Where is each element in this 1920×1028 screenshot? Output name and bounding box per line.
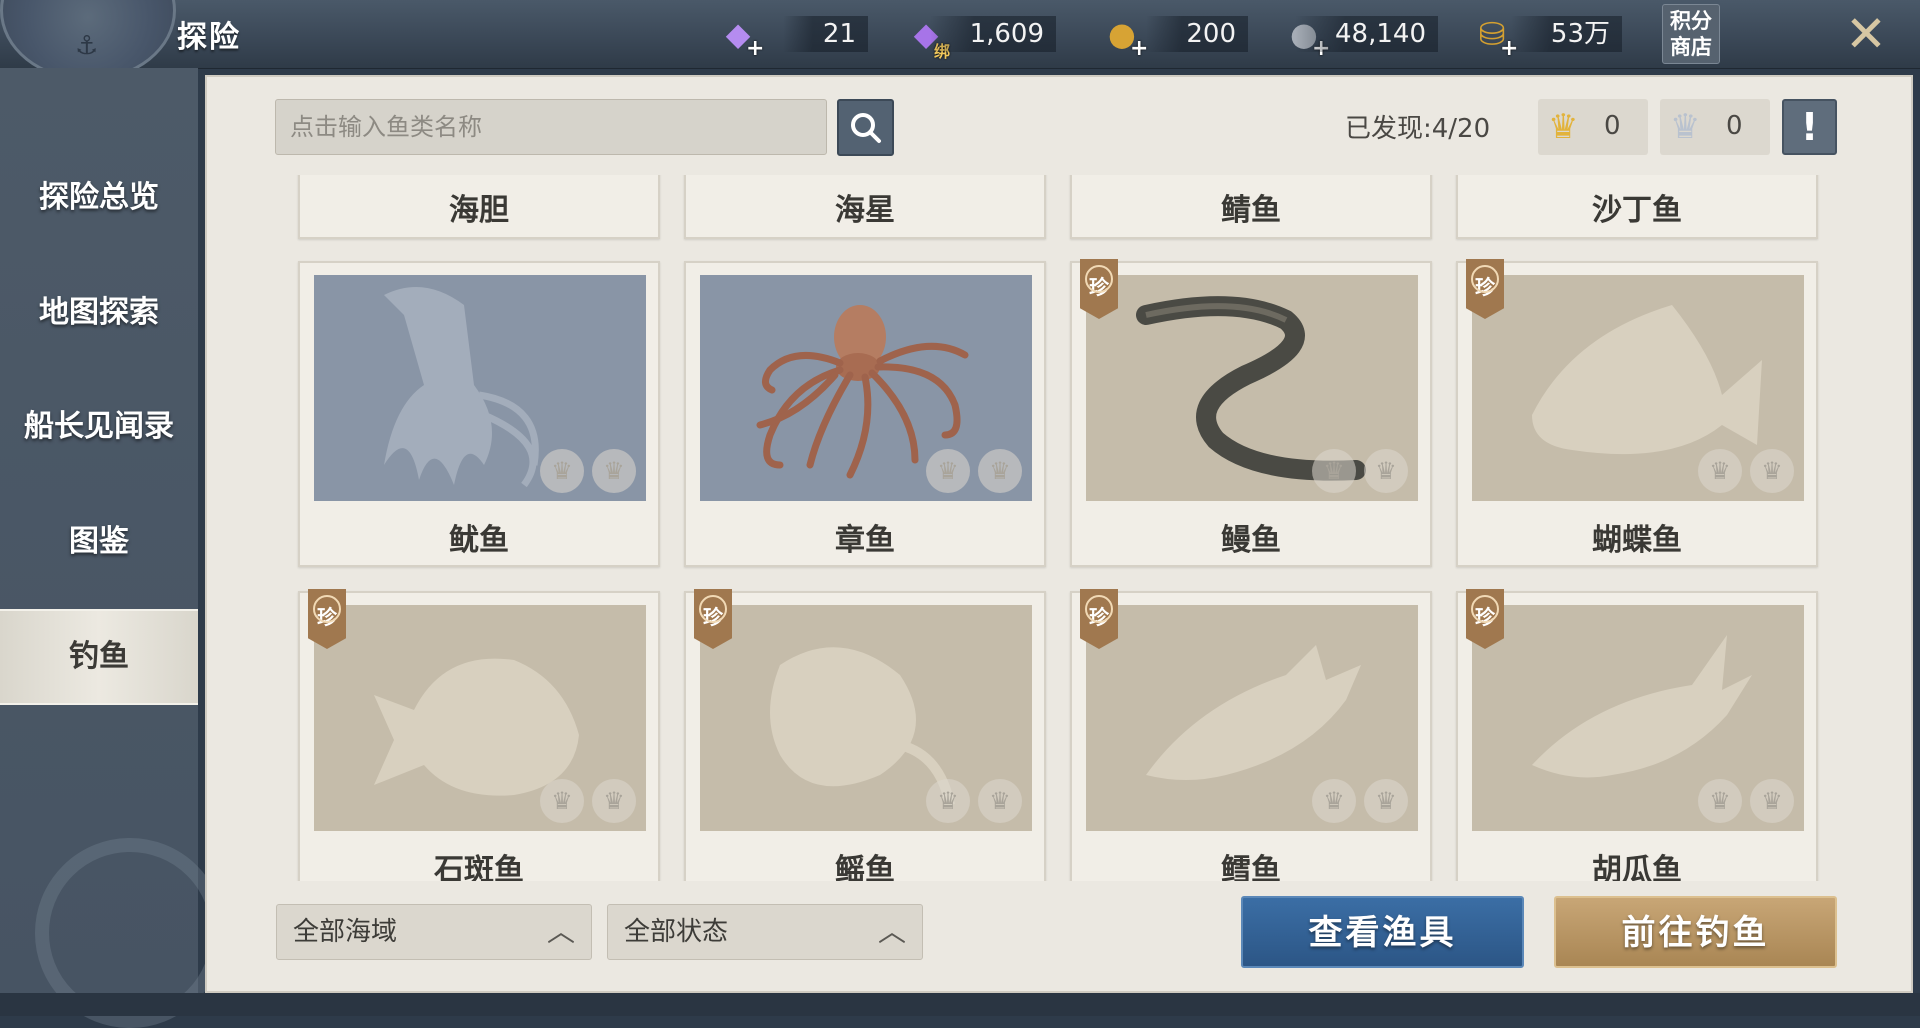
crown-icon: ♛: [1312, 779, 1356, 823]
octopus-image: ♛ ♛: [700, 275, 1032, 501]
fish-card-ray[interactable]: ♛ ♛ 珍 鳐鱼: [684, 589, 1046, 881]
crown-icon: ♛: [592, 779, 636, 823]
crown-icon: ♛: [1698, 449, 1742, 493]
view-gear-button[interactable]: 查看渔具: [1241, 896, 1524, 968]
fish-silhouette: ♛ ♛: [1472, 605, 1804, 831]
fish-silhouette: ♛ ♛: [314, 605, 646, 831]
crown-icon: ♛: [978, 779, 1022, 823]
close-icon[interactable]: ✕: [1843, 9, 1889, 59]
fish-silhouette: ♛ ♛: [700, 605, 1032, 831]
sidebar-item-overview[interactable]: 探险总览: [0, 152, 198, 244]
fish-card-squid[interactable]: ♛ ♛ 鱿鱼: [298, 261, 660, 567]
fish-name: 沙丁鱼: [1592, 193, 1682, 228]
sidebar: 探险总览 地图探索 船长见闻录 图鉴 钓鱼: [0, 68, 225, 1028]
chevron-up-icon: ︿: [877, 915, 906, 948]
status-filter-dropdown[interactable]: 全部状态 ︿: [607, 904, 923, 960]
currency-bound-diamond[interactable]: ◆ 绑 1,609: [904, 8, 1056, 61]
fish-card-smelt[interactable]: ♛ ♛ 珍 胡瓜鱼: [1456, 589, 1818, 881]
crown-icon: ♛: [540, 449, 584, 493]
rare-badge: 珍: [1466, 259, 1504, 319]
bottom-strip: [0, 993, 1920, 1016]
info-button[interactable]: !: [1782, 99, 1837, 155]
rare-badge: 珍: [1466, 589, 1504, 649]
fish-name: 章鱼: [835, 523, 895, 558]
crown-icon: ♛: [1750, 449, 1794, 493]
crown-slots: ♛ ♛: [1698, 449, 1794, 493]
silver-crown-counter: ♛ 0: [1660, 99, 1770, 155]
search-button[interactable]: [837, 99, 894, 156]
sidebar-item-map[interactable]: 地图探索: [0, 267, 198, 359]
eel-image: ♛ ♛: [1086, 275, 1418, 501]
crown-icon: ♛: [926, 449, 970, 493]
currency-gold-coins[interactable]: ⛁ + 53万: [1470, 8, 1622, 61]
rare-badge: 珍: [694, 589, 732, 649]
chevron-up-icon: ︿: [546, 915, 575, 948]
rare-badge: 珍: [1080, 259, 1118, 319]
crown-slots: ♛ ♛: [1698, 779, 1794, 823]
fish-card-eel[interactable]: ♛ ♛ 珍 鳗鱼: [1070, 259, 1432, 567]
fish-card-butterflyfish[interactable]: ♛ ♛ 珍 蝴蝶鱼: [1456, 259, 1818, 567]
crown-icon: ♛: [1364, 449, 1408, 493]
sidebar-item-codex[interactable]: 图鉴: [0, 496, 198, 588]
go-fishing-button[interactable]: 前往钓鱼: [1554, 896, 1837, 968]
search-icon: [851, 113, 881, 143]
rare-badge: 珍: [308, 589, 346, 649]
top-bar: ⚓ 探险 ◆ + 21 ◆ 绑 1,609 ● + 200 ● + 48,140…: [0, 0, 1920, 81]
fish-silhouette: ♛ ♛: [1472, 275, 1804, 501]
silver-crown-icon: ♛: [1670, 107, 1701, 147]
fish-name: 胡瓜鱼: [1592, 853, 1682, 881]
crown-icon: ♛: [1312, 449, 1356, 493]
fish-name: 鱿鱼: [449, 523, 509, 558]
crown-icon: ♛: [540, 779, 584, 823]
fish-card-grouper[interactable]: ♛ ♛ 珍 石斑鱼: [298, 589, 660, 881]
add-icon[interactable]: +: [746, 36, 764, 61]
fish-card[interactable]: 沙丁鱼: [1456, 175, 1818, 239]
fish-search-input[interactable]: 点击输入鱼类名称: [275, 99, 827, 155]
fish-name: 鳕鱼: [1221, 853, 1281, 881]
points-shop-button[interactable]: 积分商店: [1662, 4, 1720, 64]
rare-badge: 珍: [1080, 589, 1118, 649]
currency-gold-ship-coin[interactable]: ● + 200: [1100, 8, 1248, 61]
fish-silhouette: ♛ ♛: [1086, 605, 1418, 831]
fish-name: 海星: [835, 193, 895, 228]
page-title: 探险: [177, 20, 241, 55]
crown-icon: ♛: [978, 449, 1022, 493]
fish-card[interactable]: 海星: [684, 175, 1046, 239]
fish-name: 鳗鱼: [1221, 523, 1281, 558]
crown-slots: ♛ ♛: [926, 449, 1022, 493]
currency-diamond[interactable]: ◆ + 21: [716, 8, 868, 61]
discovered-count: 已发现:4/20: [1345, 114, 1491, 144]
fish-name: 海胆: [449, 193, 509, 228]
fish-grid: 海胆 海星 鲭鱼 沙丁鱼 ♛ ♛ 鱿鱼 ♛ ♛ 章鱼 ♛ ♛ 珍 鳗鱼 ♛ ♛ …: [278, 175, 1840, 881]
gold-crown-icon: ♛: [1548, 107, 1579, 147]
currency-silver-ship-coin[interactable]: ● + 48,140: [1282, 8, 1438, 61]
fish-silhouette: ♛ ♛: [314, 275, 646, 501]
crown-slots: ♛ ♛: [926, 779, 1022, 823]
fish-card-octopus[interactable]: ♛ ♛ 章鱼: [684, 261, 1046, 567]
anchor-icon: ⚓: [75, 31, 99, 61]
crown-slots: ♛ ♛: [540, 449, 636, 493]
crown-slots: ♛ ♛: [1312, 449, 1408, 493]
fish-card[interactable]: 鲭鱼: [1070, 175, 1432, 239]
crown-slots: ♛ ♛: [540, 779, 636, 823]
fish-name: 蝴蝶鱼: [1592, 523, 1682, 558]
crown-icon: ♛: [926, 779, 970, 823]
sidebar-item-fishing[interactable]: 钓鱼: [0, 609, 198, 705]
crown-icon: ♛: [1698, 779, 1742, 823]
fish-card[interactable]: 海胆: [298, 175, 660, 239]
fish-name: 鳐鱼: [835, 853, 895, 881]
fish-name: 石斑鱼: [434, 853, 524, 881]
crown-icon: ♛: [1364, 779, 1408, 823]
region-filter-dropdown[interactable]: 全部海域 ︿: [276, 904, 592, 960]
fish-card-cod[interactable]: ♛ ♛ 珍 鳕鱼: [1070, 589, 1432, 881]
crown-icon: ♛: [592, 449, 636, 493]
fish-name: 鲭鱼: [1221, 193, 1281, 228]
gold-crown-counter: ♛ 0: [1538, 99, 1648, 155]
crown-icon: ♛: [1750, 779, 1794, 823]
sidebar-item-captain-log[interactable]: 船长见闻录: [0, 381, 198, 473]
crown-slots: ♛ ♛: [1312, 779, 1408, 823]
